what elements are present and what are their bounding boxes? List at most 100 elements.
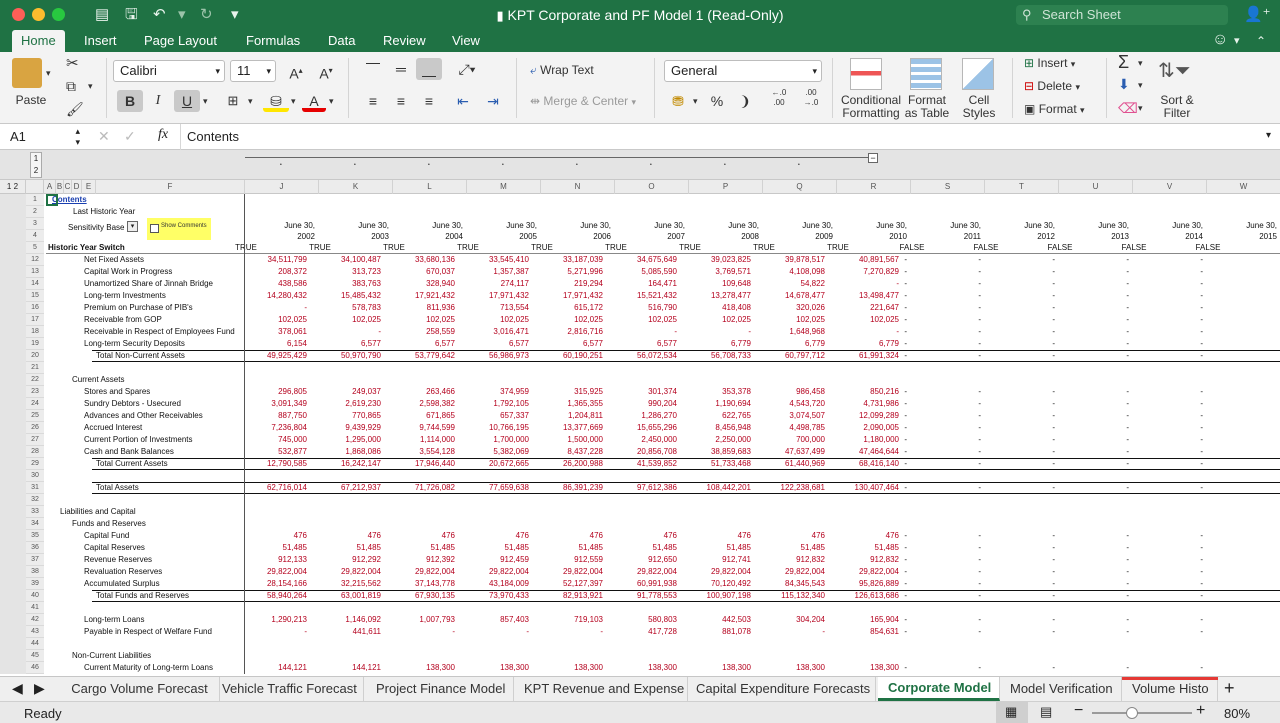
row-number[interactable]: 38 — [26, 566, 44, 578]
table-row[interactable]: 24 Sundry Debtors - Usecured 3,091,349 2,61… — [0, 398, 1280, 410]
data-cell[interactable]: 138,300 — [681, 662, 751, 674]
table-row[interactable]: 16 Premium on Purchase of PIB's -578,783 81… — [0, 302, 1280, 314]
decrease-font-size-button[interactable]: A▾ — [313, 60, 339, 82]
table-row[interactable]: 30 — [0, 470, 1280, 482]
autosum-dropdown-icon[interactable]: ▾ — [1138, 58, 1143, 69]
sheet-tab[interactable]: KPT Revenue and Expense — [514, 677, 688, 701]
data-cell[interactable]: 15,521,432 — [607, 290, 677, 302]
row-number[interactable]: 36 — [26, 542, 44, 554]
row-number[interactable]: 25 — [26, 410, 44, 422]
data-cell[interactable]: 51,485 — [311, 542, 381, 554]
table-row[interactable]: 40 Total Funds and Reserves 58,940,264 63,0… — [0, 590, 1280, 602]
data-cell[interactable]: 1,365,355 — [533, 398, 603, 410]
data-cell[interactable]: 51,485 — [459, 542, 529, 554]
table-row[interactable]: 46 Current Maturity of Long-term Loans 144… — [0, 662, 1280, 674]
table-row[interactable]: 3 Sensitivity Base ▾ Show Comments June 30, 2… — [0, 218, 1280, 241]
data-cell[interactable]: 8,437,228 — [533, 446, 603, 458]
conditional-formatting-button[interactable]: Conditional Formatting — [838, 94, 904, 120]
data-cell[interactable]: 249,037 — [311, 386, 381, 398]
page-layout-view-icon[interactable]: ▤ — [1040, 704, 1052, 720]
data-cell[interactable]: 29,822,004 — [385, 566, 455, 578]
smiley-feedback-icon[interactable]: ☺ — [1212, 31, 1228, 49]
data-cell[interactable]: 4,498,785 — [755, 422, 825, 434]
tab-view[interactable]: View — [443, 30, 489, 52]
table-row[interactable]: 25 Advances and Other Receivables 887,750 7… — [0, 410, 1280, 422]
data-cell[interactable]: 912,392 — [385, 554, 455, 566]
insert-cells-button[interactable]: ⊞ Insert ▾ — [1024, 56, 1075, 70]
data-cell[interactable]: 102,025 — [755, 314, 825, 326]
align-right-icon[interactable]: ≡ — [416, 90, 442, 112]
data-cell[interactable]: 33,545,410 — [459, 254, 529, 266]
column-header[interactable]: S — [911, 180, 985, 194]
data-cell[interactable]: 1,500,000 — [533, 434, 603, 446]
data-cell[interactable]: 138,300 — [607, 662, 677, 674]
row-number[interactable]: 31 — [26, 482, 44, 494]
data-cell[interactable]: 6,779 — [681, 338, 751, 350]
column-header[interactable]: K — [319, 180, 393, 194]
zoom-slider-track[interactable] — [1092, 712, 1192, 714]
row-number[interactable]: 44 — [26, 638, 44, 650]
accounting-dropdown-icon[interactable]: ▾ — [693, 96, 698, 107]
cancel-entry-icon[interactable]: ✕ — [98, 128, 110, 145]
data-cell[interactable]: - — [237, 626, 307, 638]
data-cell[interactable]: 102,025 — [459, 314, 529, 326]
data-cell[interactable]: 912,832 — [755, 554, 825, 566]
row-number[interactable]: 42 — [26, 614, 44, 626]
table-row[interactable]: 27 Current Portion of Investments 745,000 1… — [0, 434, 1280, 446]
table-row[interactable]: 20 Total Non-Current Assets 49,925,429 50,9… — [0, 350, 1280, 362]
data-cell[interactable]: 304,204 — [755, 614, 825, 626]
row-number[interactable]: 24 — [26, 398, 44, 410]
data-cell[interactable]: 671,865 — [385, 410, 455, 422]
sort-filter-button[interactable]: Sort & Filter — [1152, 94, 1202, 120]
data-cell[interactable]: 102,025 — [385, 314, 455, 326]
data-cell[interactable]: 912,650 — [607, 554, 677, 566]
table-row[interactable]: 26 Accrued Interest 7,236,804 9,439,929 9,74… — [0, 422, 1280, 434]
zoom-out-button[interactable]: − — [1074, 702, 1083, 720]
tab-formulas[interactable]: Formulas — [237, 30, 309, 52]
data-cell[interactable]: 719,103 — [533, 614, 603, 626]
data-cell[interactable]: 3,074,507 — [755, 410, 825, 422]
sheet-tab[interactable]: Vehicle Traffic Forecast — [212, 677, 364, 701]
font-color-dropdown-icon[interactable]: ▾ — [329, 96, 334, 107]
table-row[interactable]: 45 Non-Current Liabilities — [0, 650, 1280, 662]
data-cell[interactable]: 20,856,708 — [607, 446, 677, 458]
fill-color-icon[interactable]: ⛁ — [263, 90, 289, 112]
insert-function-button[interactable]: fx — [158, 127, 168, 143]
data-cell[interactable]: 208,372 — [237, 266, 307, 278]
data-cell[interactable]: - — [459, 626, 529, 638]
data-cell[interactable]: 15,485,432 — [311, 290, 381, 302]
data-cell[interactable]: 670,037 — [385, 266, 455, 278]
data-cell[interactable]: 3,016,471 — [459, 326, 529, 338]
data-cell[interactable]: 476 — [607, 530, 677, 542]
column-header[interactable]: T — [985, 180, 1059, 194]
column-header[interactable]: B — [56, 180, 64, 194]
add-sheet-button[interactable]: + — [1224, 678, 1235, 699]
data-cell[interactable]: 47,637,499 — [755, 446, 825, 458]
comma-style-button[interactable]: ❩ — [733, 90, 757, 112]
cell-styles-icon[interactable] — [962, 58, 994, 90]
data-cell[interactable]: 10,766,195 — [459, 422, 529, 434]
data-cell[interactable]: 441,611 — [311, 626, 381, 638]
table-row[interactable]: 23 Stores and Spares 296,805 249,037 263,466… — [0, 386, 1280, 398]
row-number[interactable]: 43 — [26, 626, 44, 638]
data-cell[interactable]: 378,061 — [237, 326, 307, 338]
data-cell[interactable]: 912,559 — [533, 554, 603, 566]
data-cell[interactable]: 164,471 — [607, 278, 677, 290]
data-cell[interactable]: 1,290,213 — [237, 614, 307, 626]
data-cell[interactable]: - — [755, 626, 825, 638]
data-cell[interactable]: 32,215,562 — [311, 578, 381, 590]
row-number[interactable]: 3 — [26, 218, 44, 230]
sheet-tab[interactable]: Corporate Model — [878, 677, 1000, 701]
normal-view-button[interactable]: ▦ — [996, 702, 1028, 723]
row-number[interactable]: 26 — [26, 422, 44, 434]
data-cell[interactable]: 51,485 — [237, 542, 307, 554]
data-cell[interactable]: 17,921,432 — [385, 290, 455, 302]
data-cell[interactable]: 109,648 — [681, 278, 751, 290]
row-number[interactable]: 28 — [26, 446, 44, 458]
underline-button[interactable]: U — [174, 90, 200, 112]
data-cell[interactable]: 857,403 — [459, 614, 529, 626]
collapse-ribbon-icon[interactable]: ⌃ — [1256, 32, 1266, 50]
data-cell[interactable]: 138,300 — [459, 662, 529, 674]
data-cell[interactable]: 3,769,571 — [681, 266, 751, 278]
accounting-format-icon[interactable]: ⛃ — [664, 90, 692, 112]
